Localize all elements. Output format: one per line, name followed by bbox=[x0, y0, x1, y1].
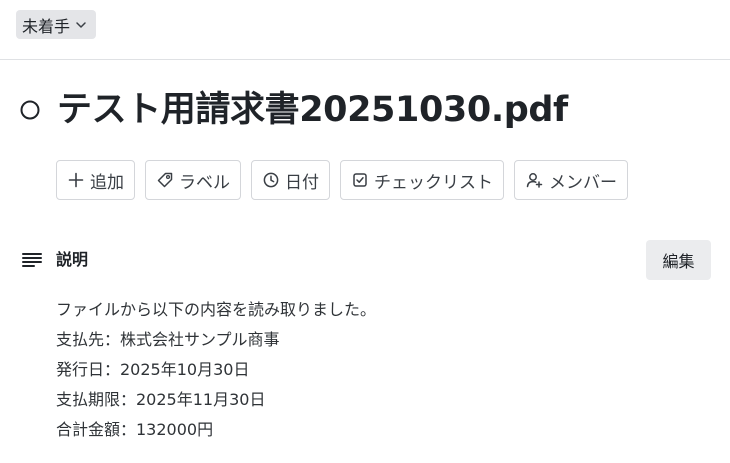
status-dropdown[interactable]: 未着手 bbox=[16, 10, 97, 39]
complete-circle-icon[interactable] bbox=[20, 100, 40, 120]
edit-description-button[interactable]: 編集 bbox=[646, 240, 711, 280]
chevron-down-icon bbox=[76, 21, 86, 28]
add-button-label: 追加 bbox=[90, 172, 124, 193]
description-line: 支払先：株式会社サンプル商事 bbox=[56, 330, 280, 349]
description-line: 合計金額：132000円 bbox=[56, 420, 214, 439]
label-button[interactable]: ラベル bbox=[145, 160, 241, 200]
status-label: 未着手 bbox=[22, 16, 71, 36]
card-title[interactable]: テスト用請求書20251030.pdf bbox=[57, 86, 568, 134]
description-heading: 説明 bbox=[56, 250, 89, 269]
checkbox-icon bbox=[353, 173, 367, 187]
checklist-button[interactable]: チェックリスト bbox=[340, 160, 504, 200]
date-button[interactable]: 日付 bbox=[251, 160, 330, 200]
date-button-label: 日付 bbox=[285, 172, 319, 193]
description-line: ファイルから以下の内容を読み取りました。 bbox=[56, 300, 377, 319]
header-divider bbox=[0, 59, 730, 60]
action-bar: 追加 ラベル 日付 チェックリスト メンバー bbox=[56, 160, 628, 200]
description-line: 発行日：2025年10月30日 bbox=[56, 360, 250, 379]
add-button[interactable]: 追加 bbox=[56, 160, 135, 200]
description-body[interactable]: ファイルから以下の内容を読み取りました。 支払先：株式会社サンプル商事 発行日：… bbox=[56, 295, 376, 445]
description-line: 支払期限：2025年11月30日 bbox=[56, 390, 266, 409]
plus-icon bbox=[68, 172, 84, 188]
member-button[interactable]: メンバー bbox=[514, 160, 628, 200]
tag-icon bbox=[157, 172, 173, 188]
card-detail-panel: 未着手 テスト用請求書20251030.pdf 追加 ラベル 日付 チェックリス… bbox=[0, 0, 730, 463]
member-button-label: メンバー bbox=[549, 172, 617, 193]
checklist-button-label: チェックリスト bbox=[374, 172, 493, 193]
description-icon bbox=[22, 253, 42, 267]
add-member-icon bbox=[526, 173, 543, 188]
label-button-label: ラベル bbox=[179, 172, 230, 193]
clock-icon bbox=[263, 172, 279, 188]
